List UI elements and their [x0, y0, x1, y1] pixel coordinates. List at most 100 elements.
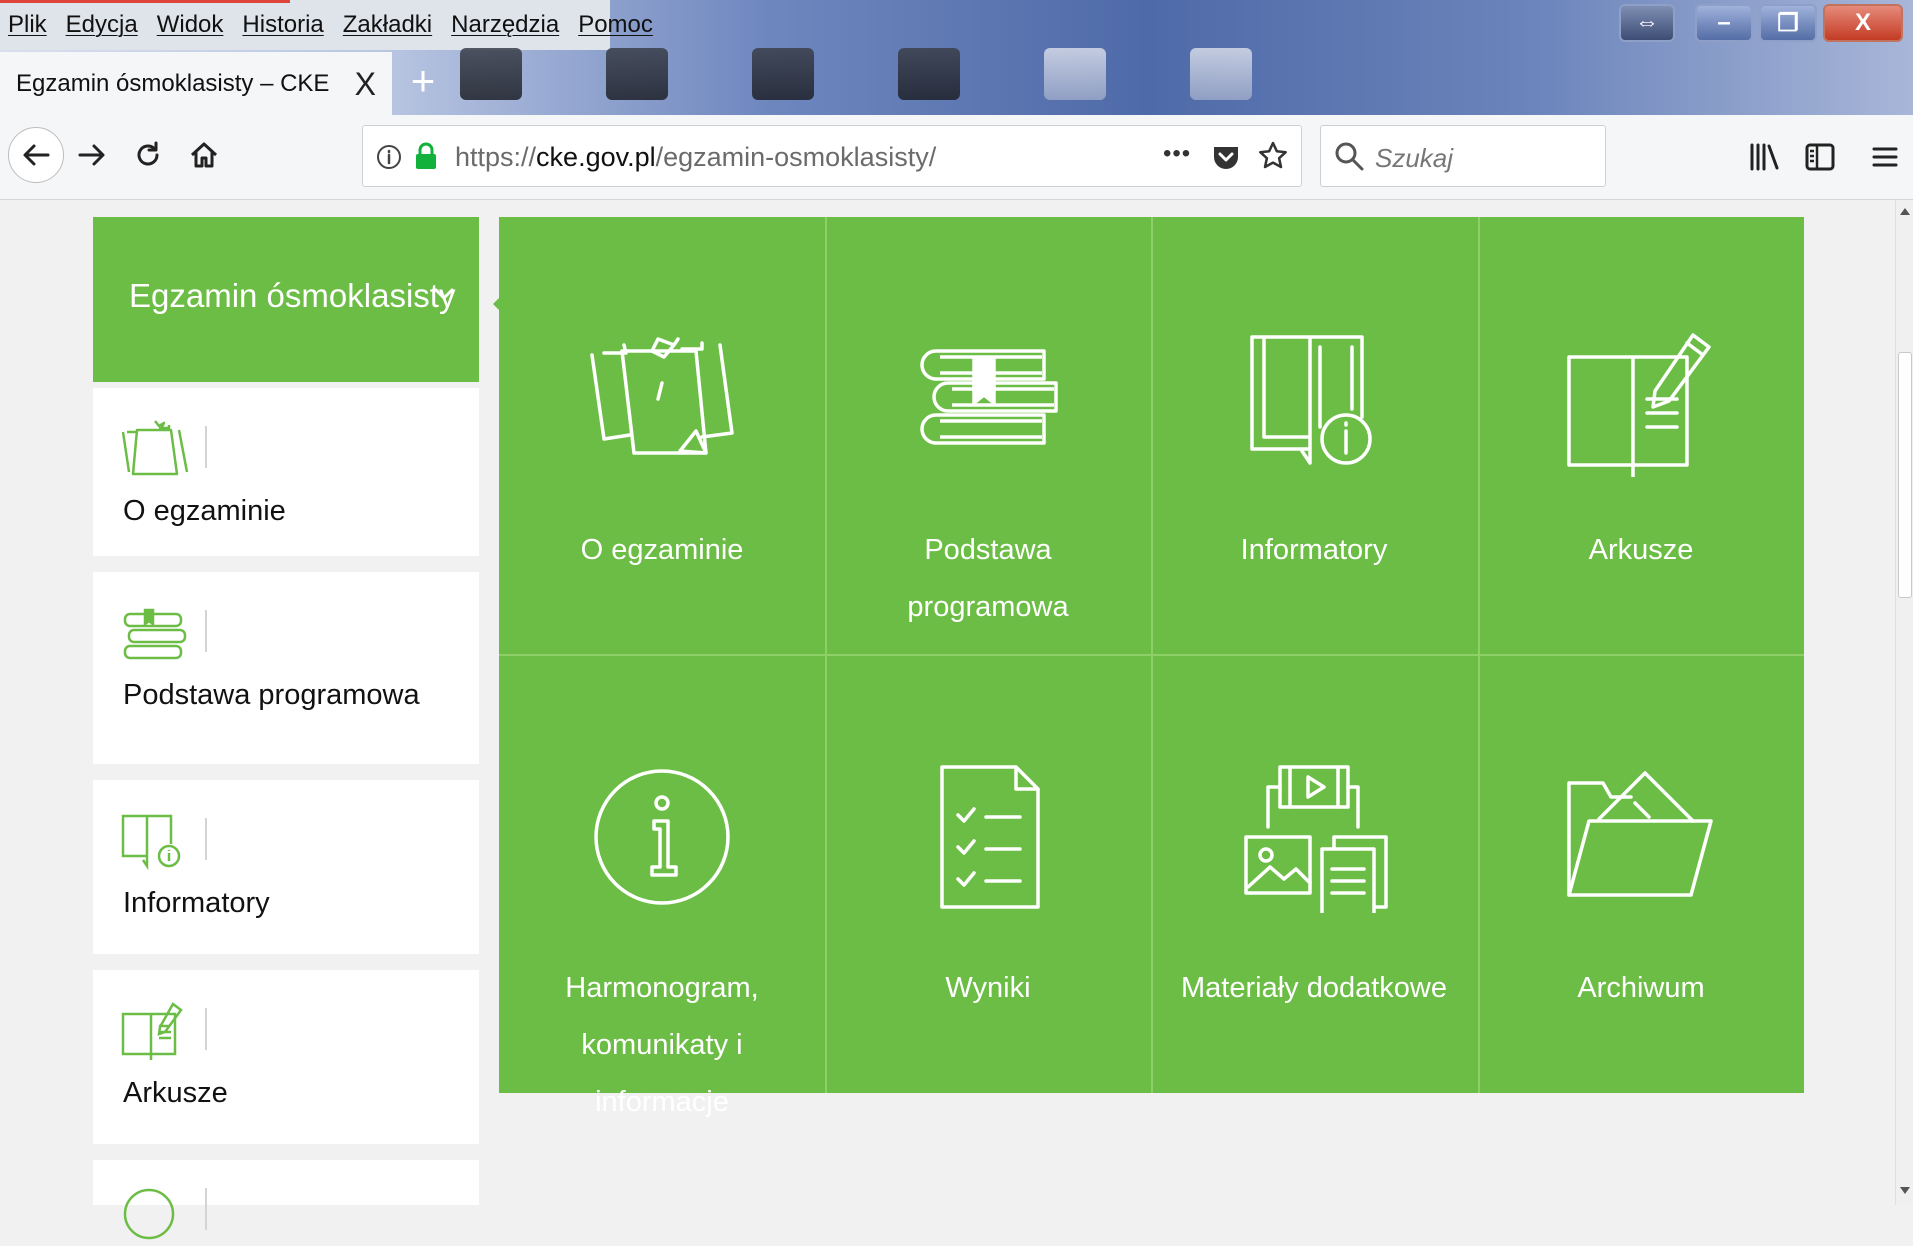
menu-pomoc[interactable]: Pomoc — [578, 11, 653, 39]
reload-button[interactable] — [120, 127, 176, 183]
divider — [205, 1188, 207, 1230]
tile-informatory[interactable]: Informatory — [1151, 217, 1477, 655]
tile-podstawa-programowa[interactable]: Podstawa programowa — [825, 217, 1151, 655]
desktop-thumbnail — [460, 48, 522, 100]
sidebar-item-partial[interactable] — [93, 1160, 479, 1240]
tile-grid: O egzaminie Podstawa programowa Informat… — [499, 217, 1804, 1118]
lock-icon — [416, 142, 436, 169]
browser-tab[interactable]: Egzamin ósmoklasisty – CKE X — [0, 52, 392, 115]
tile-o-egzaminie[interactable]: O egzaminie — [499, 217, 825, 655]
menu-narzedzia[interactable]: Narzędzia — [451, 11, 559, 39]
back-button[interactable] — [8, 127, 64, 183]
tile-label: Materiały dodatkowe — [1181, 972, 1447, 1004]
new-tab-button[interactable]: + — [398, 56, 448, 106]
book-pencil-icon — [121, 1002, 183, 1060]
desktop-thumbnail — [606, 48, 668, 100]
menu-edycja[interactable]: Edycja — [66, 11, 138, 39]
sidebar-item-o-egzaminie[interactable]: O egzaminie — [93, 388, 479, 556]
notes-icon — [121, 420, 189, 476]
tile-label: Informatory — [1240, 534, 1388, 566]
desktop-thumbnail — [898, 48, 960, 100]
book-pencil-icon — [1567, 333, 1711, 477]
desktop-thumbnail — [752, 48, 814, 100]
library-icon[interactable] — [1748, 141, 1780, 173]
tile-materialy-dodatkowe[interactable]: Materiały dodatkowe — [1151, 655, 1477, 1093]
notes-icon — [590, 337, 734, 455]
sidebar-item-label: Informatory — [123, 887, 270, 919]
menu-zakladki[interactable]: Zakładki — [343, 11, 432, 39]
book-info-icon — [1250, 335, 1372, 465]
menu-plik[interactable]: Plik — [8, 11, 47, 39]
divider — [205, 818, 207, 860]
hamburger-menu-icon[interactable] — [1870, 141, 1900, 173]
divider — [205, 610, 207, 652]
home-button[interactable] — [176, 127, 232, 183]
sidebar-header[interactable]: Egzamin ósmoklasisty — [93, 217, 479, 382]
url-scheme: https:// — [455, 142, 537, 172]
folder-icon — [1567, 771, 1713, 897]
sidebar-header-title: Egzamin ósmoklasisty — [129, 277, 456, 314]
info-circle-icon — [123, 1188, 175, 1240]
menu-bar-accent — [0, 0, 290, 3]
sidebar-item-label: Podstawa programowa — [123, 679, 420, 711]
book-info-icon — [121, 814, 181, 871]
tile-archiwum[interactable]: Archiwum — [1478, 655, 1804, 1093]
tile-wyniki[interactable]: Wyniki — [825, 655, 1151, 1093]
home-icon — [190, 142, 218, 168]
checklist-icon — [940, 765, 1040, 909]
books-icon — [920, 349, 1058, 445]
media-icon — [1244, 765, 1388, 913]
sidebar-item-podstawa-programowa[interactable]: Podstawa programowa — [93, 572, 479, 764]
tile-label: Arkusze — [1588, 534, 1694, 566]
navigation-toolbar: https://cke.gov.pl/egzamin-osmoklasisty/… — [0, 115, 1913, 200]
sidebar-toggle-icon[interactable] — [1804, 141, 1836, 173]
menu-widok[interactable]: Widok — [157, 11, 224, 39]
page-content: Egzamin ósmoklasisty O egzaminie Podstaw… — [0, 200, 1895, 1240]
tile-harmonogram[interactable]: Harmonogram, komunikaty i informacje — [499, 655, 825, 1118]
site-info-icon[interactable] — [375, 143, 403, 171]
desktop-thumbnail — [1190, 48, 1252, 100]
sidebar-item-informatory[interactable]: Informatory — [93, 780, 479, 954]
desktop-background-thumbnails — [460, 48, 1252, 100]
tile-label: Podstawa programowa — [907, 534, 1069, 623]
divider — [205, 1008, 207, 1050]
search-placeholder: Szukaj — [1375, 143, 1454, 173]
url-path: /egzamin-osmoklasisty/ — [655, 142, 937, 172]
scroll-up-icon[interactable] — [1899, 206, 1911, 216]
tile-label: Harmonogram, komunikaty i informacje — [565, 972, 759, 1118]
sidebar-item-label: Arkusze — [123, 1077, 228, 1109]
page-scrollbar[interactable] — [1895, 200, 1913, 1205]
maximize-button[interactable]: ❐ — [1759, 4, 1817, 42]
swap-icon[interactable]: ⇔ — [1619, 4, 1675, 42]
search-input[interactable]: Szukaj — [1320, 125, 1606, 187]
window-controls: ⇔ – ❐ X — [1619, 4, 1903, 42]
page-actions-more-icon[interactable]: ••• — [1163, 140, 1191, 168]
menu-historia[interactable]: Historia — [242, 11, 323, 39]
forward-button[interactable] — [64, 127, 120, 183]
tile-label: Archiwum — [1577, 972, 1705, 1004]
tab-title: Egzamin ósmoklasisty – CKE — [16, 69, 330, 97]
url-host: cke.gov.pl — [536, 142, 656, 172]
scroll-down-icon[interactable] — [1899, 1186, 1911, 1196]
pocket-icon[interactable] — [1210, 141, 1242, 173]
divider — [205, 426, 207, 468]
sidebar-item-label: O egzaminie — [123, 495, 286, 527]
tile-arkusze[interactable]: Arkusze — [1478, 217, 1804, 655]
reload-icon — [137, 141, 159, 166]
menu-bar: Plik Edycja Widok Historia Zakładki Narz… — [0, 0, 653, 50]
scrollbar-thumb[interactable] — [1898, 352, 1912, 598]
address-bar[interactable]: https://cke.gov.pl/egzamin-osmoklasisty/… — [362, 125, 1302, 187]
chevron-down-icon[interactable] — [431, 281, 457, 307]
sidebar-item-arkusze[interactable]: Arkusze — [93, 970, 479, 1144]
info-circle-icon — [594, 769, 730, 905]
back-arrow-icon — [23, 144, 50, 166]
tile-label: Wyniki — [945, 972, 1031, 1004]
tile-label: O egzaminie — [580, 534, 744, 566]
tab-close-icon[interactable]: X — [355, 66, 376, 103]
close-window-button[interactable]: X — [1823, 4, 1903, 42]
bookmark-star-icon[interactable] — [1257, 140, 1289, 172]
minimize-button[interactable]: – — [1695, 4, 1753, 42]
url-text[interactable]: https://cke.gov.pl/egzamin-osmoklasisty/ — [455, 142, 936, 173]
desktop-thumbnail — [1044, 48, 1106, 100]
forward-arrow-icon — [78, 144, 105, 166]
